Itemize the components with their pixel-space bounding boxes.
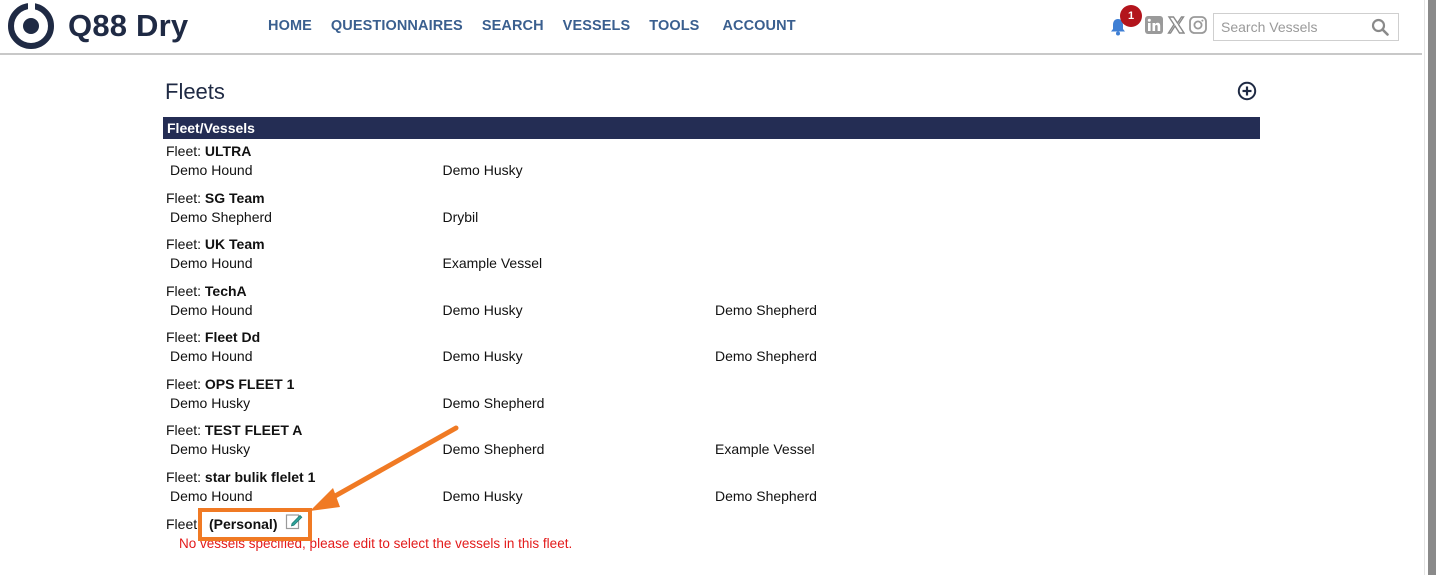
nav-questionnaires[interactable]: QUESTIONNAIRES — [331, 18, 463, 34]
nav-vessels[interactable]: VESSELS — [563, 18, 631, 34]
notifications-button[interactable]: 1 — [1110, 5, 1142, 38]
vessel-item: Demo Hound — [170, 301, 253, 318]
fleet-row: Fleet: TechA Demo Hound Demo Husky Demo … — [166, 281, 1256, 328]
vessel-list: Demo Hound Demo Husky Demo Shepherd — [166, 347, 1256, 366]
page-scrollbar[interactable] — [1424, 0, 1440, 575]
fleet-name-line: Fleet: star bulik flelet 1 — [166, 467, 1256, 487]
fleet-row: Fleet: ULTRA Demo Hound Demo Husky — [166, 141, 1256, 188]
vessel-item: Demo Husky — [442, 301, 523, 318]
fleet-label: Fleet: — [166, 282, 202, 299]
vessel-item: Demo Husky — [442, 487, 523, 504]
vessel-item: Demo Husky — [442, 162, 523, 178]
fleet-name-line: Fleet: TechA — [166, 281, 1256, 301]
vessel-item: Demo Shepherd — [715, 487, 817, 504]
vessel-item: Demo Hound — [170, 162, 253, 178]
scrollbar-thumb[interactable] — [1428, 0, 1436, 575]
fleet-row: Fleet: OPS FLEET 1 Demo Husky Demo Sheph… — [166, 374, 1256, 421]
linkedin-icon — [1144, 16, 1163, 34]
fleet-name: OPS FLEET 1 — [204, 375, 295, 392]
fleet-name-line: Fleet: UK Team — [166, 234, 1256, 254]
vessel-item: Demo Husky — [170, 394, 251, 411]
instagram-link[interactable] — [1188, 16, 1207, 35]
search-box — [1213, 13, 1399, 41]
header-icons: 1 — [1110, 5, 1207, 38]
vessel-list: Demo Hound Demo Husky Demo Shepherd — [166, 487, 1256, 506]
vessel-item: Example Vessel — [715, 441, 815, 457]
nav-home[interactable]: HOME — [268, 18, 312, 34]
fleet-row: Fleet: UK Team Demo Hound Example Vessel — [166, 234, 1256, 281]
vessel-item: Demo Shepherd — [442, 394, 545, 411]
vessel-list: Demo Husky Demo Shepherd Example Vessel — [166, 440, 1256, 459]
fleet-label: Fleet: — [166, 143, 202, 159]
add-fleet-icon[interactable] — [1237, 81, 1257, 101]
fleet-name-line: Fleet: SG Team — [166, 188, 1256, 208]
fleet-row: Fleet: TEST FLEET A Demo Husky Demo Shep… — [166, 420, 1256, 467]
fleet-name: TechA — [204, 282, 247, 299]
notification-badge: 1 — [1120, 5, 1142, 27]
fleet-label: Fleet: — [166, 236, 202, 252]
x-link[interactable] — [1166, 16, 1185, 35]
vessel-item: Demo Shepherd — [170, 208, 272, 225]
vessel-item: Demo Hound — [170, 348, 253, 364]
fleet-name: ULTRA — [204, 143, 252, 159]
linkedin-link[interactable] — [1144, 16, 1163, 35]
fleet-row: Fleet: star bulik flelet 1 Demo Hound De… — [166, 467, 1256, 514]
vessel-item: Demo Shepherd — [715, 301, 817, 318]
fleet-name-line: Fleet: ULTRA — [166, 141, 1256, 161]
top-bar: Q88 Dry HOME QUESTIONNAIRES SEARCH VESSE… — [0, 0, 1422, 55]
fleet-name: SG Team — [204, 189, 265, 206]
vessel-list: Demo Husky Demo Shepherd — [166, 394, 1256, 413]
brand-name: Q88 Dry — [68, 8, 189, 43]
fleet-label: Fleet: — [166, 422, 202, 438]
fleet-label: Fleet: — [166, 468, 202, 485]
search-icon[interactable] — [1371, 18, 1389, 36]
page-title: Fleets — [165, 79, 225, 104]
vessel-item: Demo Hound — [170, 255, 253, 271]
fleet-row: Fleet: SG Team Demo Shepherd Drybil — [166, 188, 1256, 235]
instagram-icon — [1188, 16, 1207, 34]
nav-search[interactable]: SEARCH — [482, 18, 544, 34]
fleet-name-line: Fleet: OPS FLEET 1 — [166, 374, 1256, 394]
vessel-item: Demo Husky — [442, 348, 523, 364]
fleet-name-line: Fleet: Fleet Dd — [166, 327, 1256, 347]
table-header: Fleet/Vessels — [163, 117, 1260, 139]
vessel-item: Example Vessel — [442, 255, 543, 271]
search-input[interactable] — [1214, 14, 1364, 40]
highlight-box — [198, 508, 312, 541]
nav-tools[interactable]: TOOLS — [649, 18, 699, 34]
fleet-label: Fleet: — [166, 329, 202, 345]
nav-account[interactable]: ACCOUNT — [722, 18, 795, 34]
fleet-name: Fleet Dd — [204, 329, 261, 345]
fleet-label: Fleet: — [166, 516, 202, 532]
vessel-item: Demo Husky — [170, 441, 251, 457]
fleet-name: TEST FLEET A — [204, 422, 303, 438]
q88-logo-icon — [8, 3, 54, 49]
fleet-label: Fleet: — [166, 189, 202, 206]
fleet-name: UK Team — [204, 236, 265, 252]
fleet-list: Fleet: ULTRA Demo Hound Demo Husky Fleet… — [166, 141, 1256, 513]
vessel-item: Demo Shepherd — [715, 348, 817, 364]
x-icon — [1166, 16, 1185, 34]
vessel-list: Demo Hound Example Vessel — [166, 254, 1256, 273]
fleet-name-line: Fleet: TEST FLEET A — [166, 420, 1256, 440]
vessel-item: Drybil — [442, 208, 479, 225]
fleet-row: Fleet: Fleet Dd Demo Hound Demo Husky De… — [166, 327, 1256, 374]
fleet-label: Fleet: — [166, 375, 202, 392]
vessel-list: Demo Hound Demo Husky Demo Shepherd — [166, 301, 1256, 320]
vessel-item: Demo Hound — [170, 487, 253, 504]
logo[interactable]: Q88 Dry — [8, 3, 188, 49]
vessel-list: Demo Hound Demo Husky — [166, 161, 1256, 180]
main-nav: HOME QUESTIONNAIRES SEARCH VESSELS TOOLS… — [268, 18, 815, 34]
fleet-name: star bulik flelet 1 — [204, 468, 316, 485]
vessel-list: Demo Shepherd Drybil — [166, 208, 1256, 227]
vessel-item: Demo Shepherd — [442, 441, 545, 457]
